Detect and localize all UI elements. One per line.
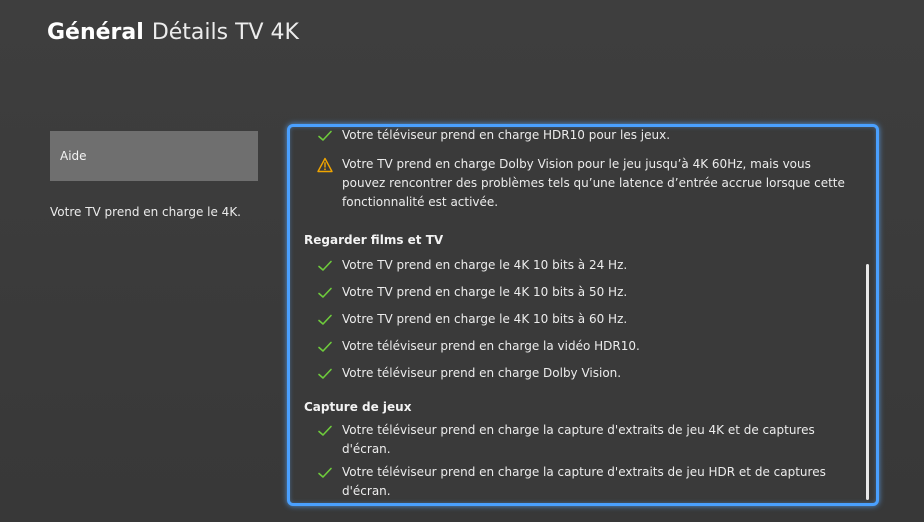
page-header: Général Détails TV 4K <box>47 18 299 48</box>
check-icon <box>317 128 333 144</box>
list-item-text: Votre téléviseur prend en charge la vidé… <box>342 339 640 353</box>
list-item-text: Votre TV prend en charge le 4K 10 bits à… <box>342 312 628 326</box>
section-title-capture: Capture de jeux <box>304 400 412 414</box>
check-icon <box>317 339 333 355</box>
check-icon <box>317 258 333 274</box>
section-title-movies: Regarder films et TV <box>304 233 444 247</box>
list-item: Votre TV prend en charge le 4K 10 bits à… <box>317 285 847 302</box>
check-icon <box>317 312 333 328</box>
list-item-text: Votre téléviseur prend en charge HDR10 p… <box>342 128 671 142</box>
list-item: Votre téléviseur prend en charge Dolby V… <box>317 366 847 383</box>
list-item-text: Votre téléviseur prend en charge la capt… <box>342 465 826 498</box>
tv-support-summary: Votre TV prend en charge le 4K. <box>50 205 241 219</box>
help-button[interactable]: Aide <box>50 131 258 181</box>
list-item-text: Votre TV prend en charge le 4K 10 bits à… <box>342 285 628 299</box>
header-section: Général <box>47 20 144 45</box>
list-item-text: Votre TV prend en charge le 4K 10 bits à… <box>342 258 628 272</box>
check-icon <box>317 366 333 382</box>
details-list: Votre téléviseur prend en charge HDR10 p… <box>290 127 876 503</box>
warning-icon <box>317 157 333 173</box>
list-item: Votre téléviseur prend en charge la vidé… <box>317 339 847 356</box>
check-icon <box>317 423 333 439</box>
details-panel[interactable]: Votre téléviseur prend en charge HDR10 p… <box>287 124 879 506</box>
list-item-text: Votre TV prend en charge Dolby Vision po… <box>342 157 845 209</box>
list-item: Votre téléviseur prend en charge la capt… <box>317 423 847 459</box>
check-icon <box>317 285 333 301</box>
list-item: Votre téléviseur prend en charge la capt… <box>317 465 847 501</box>
list-item: Votre TV prend en charge Dolby Vision po… <box>317 157 847 212</box>
list-item-text: Votre téléviseur prend en charge Dolby V… <box>342 366 622 380</box>
list-item: Votre TV prend en charge le 4K 10 bits à… <box>317 258 847 275</box>
check-icon <box>317 465 333 481</box>
list-item: Votre TV prend en charge le 4K 10 bits à… <box>317 312 847 329</box>
scrollbar[interactable] <box>866 264 869 500</box>
list-item-text: Votre téléviseur prend en charge la capt… <box>342 423 815 456</box>
settings-page: Général Détails TV 4K Aide Votre TV prend… <box>0 0 924 522</box>
page-title: Détails TV 4K <box>151 20 299 45</box>
list-item: Votre téléviseur prend en charge HDR10 p… <box>317 128 847 145</box>
